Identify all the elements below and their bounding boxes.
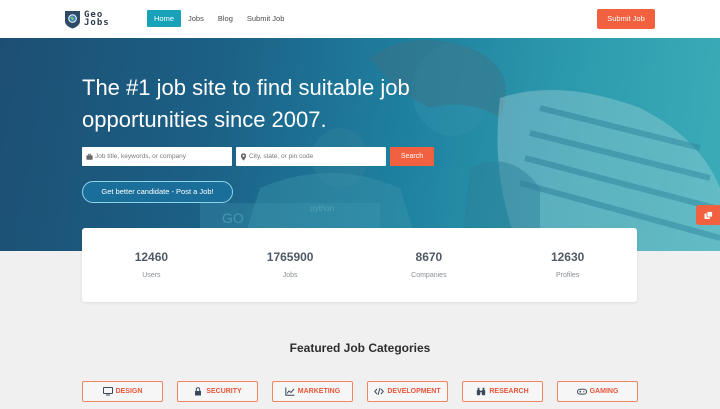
category-development[interactable]: DEVELOPMENT (367, 381, 448, 402)
stat-value: 1765900 (266, 250, 314, 264)
stat-value: 8670 (415, 250, 443, 264)
map-pin-icon (240, 152, 247, 161)
monitor-icon (102, 387, 113, 396)
category-label: SECURITY (206, 388, 242, 395)
category-research[interactable]: RESEARCH (462, 381, 543, 402)
briefcase-icon (86, 153, 93, 160)
stat-profiles: 12630 Profiles (498, 228, 637, 302)
globe-shield-icon (65, 11, 80, 29)
keyword-search-field[interactable] (82, 147, 232, 166)
category-design[interactable]: DESIGN (82, 381, 163, 402)
binoculars-icon (477, 387, 486, 396)
submit-job-button[interactable]: Submit Job (597, 9, 655, 29)
logo-text: Geo Jobs (84, 10, 110, 28)
category-label: GAMING (589, 388, 619, 395)
lock-icon (195, 387, 202, 396)
category-label: RESEARCH (489, 388, 529, 395)
side-chat-button[interactable] (696, 205, 720, 225)
post-job-button[interactable]: Get better candidate - Post a Job! (82, 181, 233, 203)
hero-banner: GO python The #1 job site to find suitab… (0, 38, 720, 251)
stat-value: 12460 (134, 250, 169, 264)
keyword-search-input[interactable] (95, 153, 230, 160)
chat-icon (704, 210, 713, 219)
stat-label: Jobs (282, 272, 298, 279)
code-icon (374, 387, 385, 396)
main-nav: Home Jobs Blog Submit Job (147, 10, 291, 27)
stat-users: 12460 Users (82, 228, 221, 302)
stat-label: Profiles (555, 272, 580, 279)
nav-submit-job[interactable]: Submit Job (240, 10, 292, 27)
category-marketing[interactable]: MARKETING (272, 381, 353, 402)
top-navbar: Geo Jobs Home Jobs Blog Submit Job Submi… (0, 0, 720, 38)
site-logo[interactable]: Geo Jobs (64, 8, 110, 30)
location-search-field[interactable] (236, 147, 386, 166)
category-security[interactable]: SECURITY (177, 381, 258, 402)
nav-home[interactable]: Home (147, 10, 182, 27)
search-button[interactable]: Search (390, 147, 434, 166)
category-list: DESIGN SECURITY MARKETING DEVELOPMENT RE… (82, 381, 638, 402)
stat-label: Companies (411, 272, 447, 279)
category-label: MARKETING (297, 388, 341, 395)
nav-blog[interactable]: Blog (211, 10, 240, 27)
hero-headline: The #1 job site to find suitable job opp… (82, 75, 410, 132)
stats-card: 12460 Users 1765900 Jobs 8670 Companies … (82, 228, 637, 302)
category-label: DEVELOPMENT (387, 388, 441, 395)
stat-value: 12630 (550, 250, 585, 264)
category-label: DESIGN (115, 388, 143, 395)
nav-jobs[interactable]: Jobs (181, 10, 211, 27)
stat-companies: 8670 Companies (360, 228, 499, 302)
hero-background-photo: GO python (0, 38, 720, 251)
category-gaming[interactable]: GAMING (557, 381, 638, 402)
location-search-input[interactable] (249, 153, 384, 160)
stat-label: Users (142, 272, 161, 279)
chart-icon (285, 387, 295, 396)
gamepad-icon (576, 388, 587, 395)
featured-categories-title: Featured Job Categories (289, 341, 431, 355)
stat-jobs: 1765900 Jobs (221, 228, 360, 302)
